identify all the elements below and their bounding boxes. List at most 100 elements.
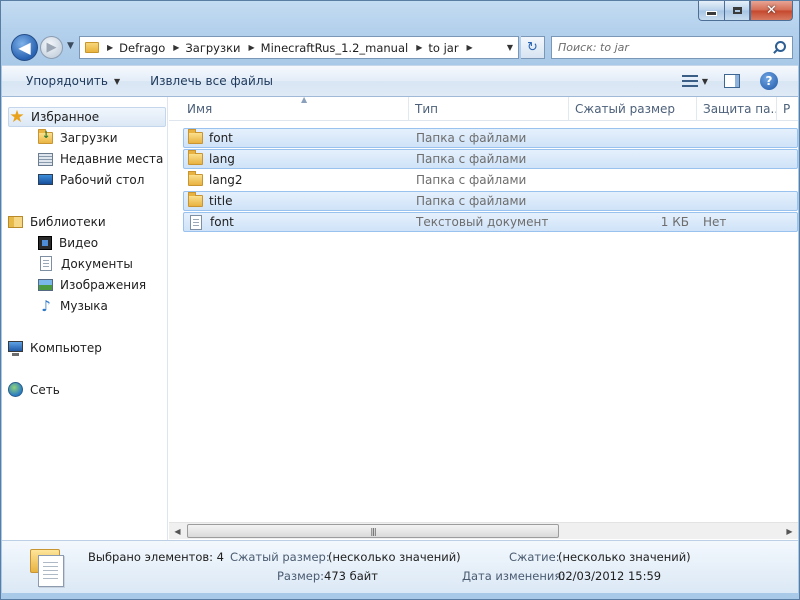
sidebar-item-music[interactable]: ♪ Музыка xyxy=(38,296,108,316)
minimize-icon xyxy=(706,11,717,16)
maximize-button[interactable] xyxy=(724,1,750,21)
desktop-icon xyxy=(38,174,53,185)
address-bar[interactable]: ▶ Defrago ▶ Загрузки ▶ MinecraftRus_1.2_… xyxy=(79,36,519,59)
downloads-folder-icon xyxy=(38,129,53,144)
sidebar-item-libraries[interactable]: Библиотеки xyxy=(8,212,106,232)
breadcrumb-defrago[interactable]: Defrago xyxy=(119,41,165,55)
file-size: 1 КБ xyxy=(660,215,689,229)
folder-icon xyxy=(188,192,203,207)
folder-icon xyxy=(85,42,99,53)
column-label: Тип xyxy=(415,102,438,116)
sidebar-item-computer[interactable]: Компьютер xyxy=(8,338,102,358)
file-type: Папка с файлами xyxy=(416,194,527,208)
breadcrumb-to-jar[interactable]: to jar xyxy=(428,41,458,55)
scrollbar-grip-icon: ||| xyxy=(370,526,376,536)
forward-arrow-icon: ▶ xyxy=(46,40,57,55)
forward-button[interactable]: ▶ xyxy=(40,36,63,59)
minimize-button[interactable] xyxy=(698,1,724,21)
breadcrumb-separator-icon[interactable]: ▶ xyxy=(416,43,422,52)
file-list: Имя ▲ Тип Сжатый размер Защита па... Р f… xyxy=(169,97,798,540)
preview-pane-icon[interactable] xyxy=(724,74,740,88)
address-history-dropdown[interactable]: ▼ xyxy=(502,37,518,58)
file-type: Папка с файлами xyxy=(416,152,527,166)
folder-icon xyxy=(188,150,203,165)
horizontal-scrollbar[interactable]: ◀ ||| ▶ xyxy=(169,522,798,539)
sidebar-item-label: Компьютер xyxy=(30,341,102,355)
back-button[interactable]: ◀ xyxy=(11,34,38,61)
caption-buttons: ✕ xyxy=(698,1,793,21)
sidebar-item-documents[interactable]: Документы xyxy=(38,254,133,274)
column-label: Р xyxy=(783,102,791,116)
star-icon: ★ xyxy=(9,107,25,127)
column-header-protection[interactable]: Защита па... xyxy=(697,97,777,121)
column-header-extra[interactable]: Р xyxy=(777,97,798,121)
file-name: lang xyxy=(209,152,235,166)
close-button[interactable]: ✕ xyxy=(750,1,793,21)
column-header-compressed-size[interactable]: Сжатый размер xyxy=(569,97,697,121)
search-icon[interactable] xyxy=(770,39,788,57)
breadcrumb-separator-icon[interactable]: ▶ xyxy=(249,43,255,52)
file-size xyxy=(576,150,689,168)
scroll-right-button[interactable]: ▶ xyxy=(781,523,798,540)
selected-count: Выбрано элементов: 4 xyxy=(88,550,224,564)
music-icon: ♪ xyxy=(41,297,51,315)
refresh-button[interactable]: ↻ xyxy=(521,36,545,59)
scrollbar-thumb[interactable]: ||| xyxy=(187,524,559,538)
breadcrumb-separator-icon[interactable]: ▶ xyxy=(467,43,473,52)
recent-places-icon xyxy=(38,153,53,166)
file-protection: Нет xyxy=(703,215,727,229)
table-row[interactable]: title Папка с файлами xyxy=(183,191,798,211)
breadcrumb-separator-icon[interactable]: ▶ xyxy=(107,43,113,52)
command-bar: Упорядочить ▼ Извлечь все файлы ▼ ? xyxy=(2,65,798,97)
back-arrow-icon: ◀ xyxy=(18,38,31,57)
column-label: Сжатый размер xyxy=(575,102,676,116)
column-header-name[interactable]: Имя ▲ xyxy=(181,97,409,121)
compressed-size-label: Сжатый размер: xyxy=(230,550,330,564)
help-icon[interactable]: ? xyxy=(760,72,778,90)
sidebar-item-label: Недавние места xyxy=(60,152,164,166)
close-icon: ✕ xyxy=(766,3,777,18)
file-type: Папка с файлами xyxy=(416,173,527,187)
size-label: Размер: xyxy=(277,569,325,583)
compression-value: (несколько значений) xyxy=(558,550,691,564)
sidebar-item-pictures[interactable]: Изображения xyxy=(38,275,146,295)
file-name: title xyxy=(209,194,233,208)
sidebar-item-label: Загрузки xyxy=(60,131,118,145)
compression-label: Сжатие: xyxy=(509,550,560,564)
column-header-type[interactable]: Тип xyxy=(409,97,569,121)
search-input[interactable] xyxy=(558,38,770,57)
table-row[interactable]: lang2 Папка с файлами xyxy=(183,170,798,190)
breadcrumb-minecraftrus[interactable]: MinecraftRus_1.2_manual xyxy=(261,41,409,55)
sidebar-item-label: Видео xyxy=(59,236,99,250)
network-icon xyxy=(8,382,23,397)
table-row[interactable]: font Текстовый документ 1 КБ Нет xyxy=(183,212,798,232)
computer-icon xyxy=(8,341,23,356)
change-view-icon[interactable] xyxy=(681,75,698,87)
table-row[interactable]: lang Папка с файлами xyxy=(183,149,798,169)
modified-value: 02/03/2012 15:59 xyxy=(558,569,662,583)
organize-button[interactable]: Упорядочить ▼ xyxy=(2,74,132,88)
extract-all-button[interactable]: Извлечь все файлы xyxy=(132,74,285,88)
sidebar-item-video[interactable]: Видео xyxy=(38,233,98,253)
sidebar-item-network[interactable]: Сеть xyxy=(8,380,60,400)
sidebar-item-recent-places[interactable]: Недавние места xyxy=(38,149,163,169)
scroll-left-button[interactable]: ◀ xyxy=(169,523,186,540)
sidebar-item-label: Библиотеки xyxy=(30,215,106,229)
sidebar-item-label: Избранное xyxy=(31,110,100,124)
search-box xyxy=(551,36,793,59)
sidebar-item-favorites[interactable]: ★ Избранное xyxy=(8,107,166,127)
view-options-dropdown[interactable]: ▼ xyxy=(702,77,708,86)
breadcrumb-separator-icon[interactable]: ▶ xyxy=(173,43,179,52)
sidebar-item-desktop[interactable]: Рабочий стол xyxy=(38,170,144,190)
table-row[interactable]: font Папка с файлами xyxy=(183,128,798,148)
file-size xyxy=(576,171,689,189)
multiple-items-icon xyxy=(30,547,68,589)
file-type: Текстовый документ xyxy=(416,215,549,229)
file-name: font xyxy=(209,131,233,145)
navigation-pane: ★ Избранное Загрузки Недавние места Рабо… xyxy=(2,97,168,540)
recent-pages-dropdown[interactable]: ▼ xyxy=(67,41,74,51)
breadcrumb-downloads[interactable]: Загрузки xyxy=(185,41,240,55)
column-header-row: Имя ▲ Тип Сжатый размер Защита па... Р xyxy=(169,97,798,121)
text-document-icon xyxy=(190,214,202,230)
sidebar-item-downloads[interactable]: Загрузки xyxy=(38,128,118,148)
